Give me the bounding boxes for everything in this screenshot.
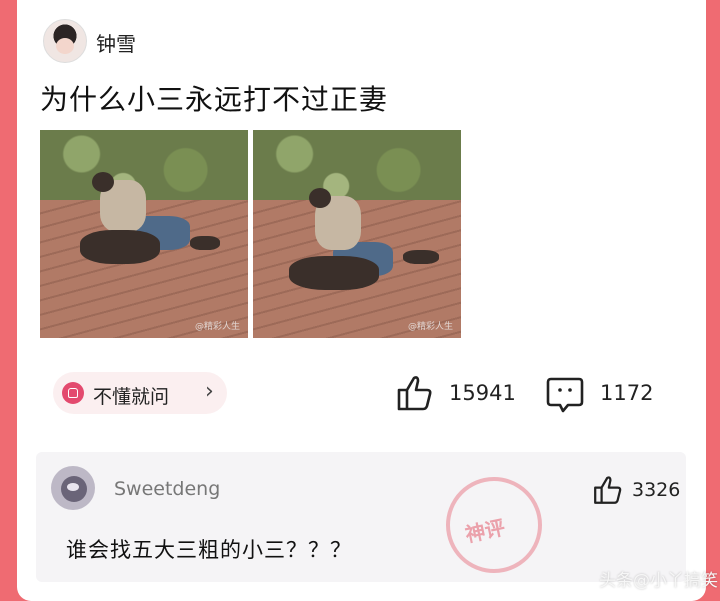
username[interactable]: 钟雪	[96, 28, 136, 57]
chevron-right-icon: ›	[205, 379, 214, 404]
comment-count: 1172	[600, 381, 654, 405]
like-count: 15941	[449, 381, 516, 405]
ask-label: 不懂就问	[93, 386, 170, 408]
commenter-avatar[interactable]	[51, 466, 95, 510]
post-card: 钟雪 为什么小三永远打不过正妻 @精彩人生 @精彩人生 不懂就问 › 15941	[17, 0, 706, 601]
photo-watermark: @精彩人生	[407, 322, 453, 332]
ask-button[interactable]: 不懂就问 ›	[53, 372, 227, 414]
user-avatar[interactable]	[43, 19, 87, 63]
post-photo-2[interactable]: @精彩人生	[253, 130, 461, 338]
thumbs-up-icon[interactable]	[395, 373, 435, 417]
question-bubble-icon	[62, 382, 84, 404]
source-credit: 头条@小丫搞笑	[599, 571, 718, 591]
top-comment: 神评 Sweetdeng 3326 谁会找五大三粗的小三？？？	[36, 452, 686, 582]
stamp-label: 神评	[462, 515, 508, 547]
comment-icon[interactable]	[545, 375, 585, 419]
commenter-name[interactable]: Sweetdeng	[114, 478, 220, 500]
photo-watermark: @精彩人生	[194, 322, 240, 332]
post-photo-1[interactable]: @精彩人生	[40, 130, 248, 338]
god-comment-stamp: 神评	[437, 468, 551, 582]
comment-text: 谁会找五大三粗的小三？？？	[66, 538, 352, 562]
post-title[interactable]: 为什么小三永远打不过正妻	[40, 78, 388, 118]
comment-thumbs-up-icon[interactable]	[592, 474, 624, 510]
comment-like-count: 3326	[632, 479, 681, 501]
